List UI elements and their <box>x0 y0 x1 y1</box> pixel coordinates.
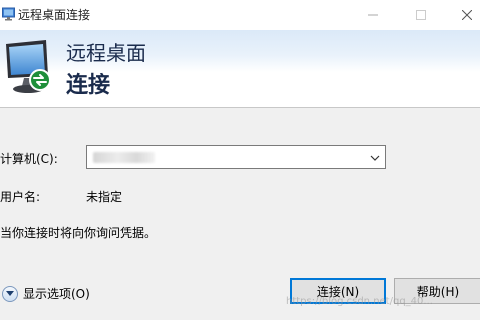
username-value: 未指定 <box>86 190 123 204</box>
computer-value-redacted <box>93 152 155 163</box>
show-options-toggle[interactable]: 显示选项(O) <box>2 285 90 303</box>
window-title: 远程桌面连接 <box>18 8 91 22</box>
remote-desktop-window: 远程桌面连接 远程桌面 连接 计算机(C): 用户名: 未指定 当你连接时将向你… <box>0 0 480 320</box>
minimize-button[interactable] <box>350 0 396 30</box>
watermark: https://blog.csdn.net/qq_40... <box>286 296 433 307</box>
chevron-down-circle-icon[interactable] <box>2 286 18 302</box>
show-options-label[interactable]: 显示选项(O) <box>23 286 90 302</box>
computer-label: 计算机(C): <box>0 152 58 166</box>
chevron-down-icon <box>6 291 14 296</box>
app-icon <box>2 7 15 21</box>
title-bar[interactable]: 远程桌面连接 <box>0 0 480 30</box>
banner-title-line2: 连接 <box>66 73 111 98</box>
remote-desktop-monitor-icon <box>6 40 51 93</box>
credentials-note: 当你连接时将向你询问凭据。 <box>0 226 157 240</box>
computer-combobox[interactable] <box>86 145 386 169</box>
banner-title-line1: 远程桌面 <box>66 41 146 65</box>
header-banner: 远程桌面 连接 <box>0 30 480 108</box>
username-label: 用户名: <box>0 190 41 204</box>
banner-divider <box>0 107 480 108</box>
close-icon <box>462 10 472 20</box>
minimize-icon <box>368 14 378 16</box>
chevron-down-icon[interactable] <box>369 152 381 164</box>
maximize-icon <box>416 10 426 20</box>
close-button[interactable] <box>444 0 480 30</box>
maximize-button[interactable] <box>398 0 444 30</box>
